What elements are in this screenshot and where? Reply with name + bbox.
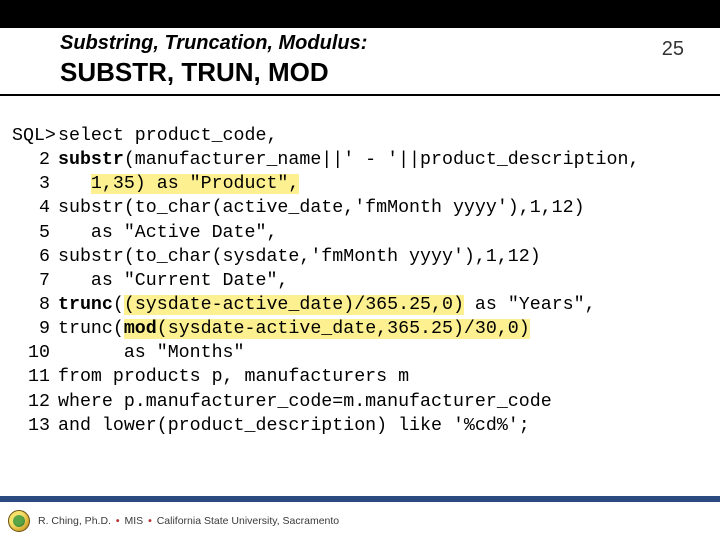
code-line: 7 as "Current Date", <box>12 269 708 293</box>
bullet-icon: • <box>114 515 122 527</box>
line-number: 5 <box>12 221 58 245</box>
code-segment: 1,35) as "Product", <box>91 174 299 194</box>
code-segment: from products p, manufacturers m <box>58 367 409 387</box>
top-black-bar <box>0 0 720 28</box>
code-segment <box>58 174 91 194</box>
code-line: 9trunc(mod(sysdate-active_date,365.25)/3… <box>12 317 708 341</box>
footer-text: R. Ching, Ph.D. • MIS • California State… <box>38 515 339 527</box>
page-number: 25 <box>662 38 684 61</box>
code-line: 4substr(to_char(active_date,'fmMonth yyy… <box>12 196 708 220</box>
code-segment: mod <box>124 319 157 339</box>
code-segment: where p.manufacturer_code=m.manufacturer… <box>58 392 552 412</box>
line-number: 8 <box>12 293 58 317</box>
code-line: 10 as "Months" <box>12 341 708 365</box>
sql-code-block: SQL>select product_code,2substr(manufact… <box>0 96 720 438</box>
code-segment: trunc( <box>58 319 124 339</box>
line-number: 13 <box>12 414 58 438</box>
line-number: 9 <box>12 317 58 341</box>
line-number: 2 <box>12 148 58 172</box>
code-line: 5 as "Active Date", <box>12 221 708 245</box>
code-segment: (sysdate-active_date,365.25)/30,0) <box>157 319 530 339</box>
footer-org: California State University, Sacramento <box>157 515 339 527</box>
code-segment: as "Months" <box>58 343 245 363</box>
code-line: 8trunc((sysdate-active_date)/365.25,0) a… <box>12 293 708 317</box>
code-segment: (sysdate-active_date)/365.25,0) <box>124 295 464 315</box>
code-line: 13and lower(product_description) like '%… <box>12 414 708 438</box>
line-number: 11 <box>12 365 58 389</box>
line-number: 4 <box>12 196 58 220</box>
bullet-icon: • <box>146 515 154 527</box>
code-segment: and lower(product_description) like '%cd… <box>58 416 530 436</box>
line-number: 12 <box>12 390 58 414</box>
code-segment: as "Current Date", <box>58 271 288 291</box>
subtitle-text: Substring, Truncation, Modulus: <box>60 32 367 55</box>
code-line: 11from products p, manufacturers m <box>12 365 708 389</box>
code-segment: as "Years", <box>464 295 596 315</box>
line-number: 3 <box>12 172 58 196</box>
code-segment: substr <box>58 150 124 170</box>
code-segment: substr(to_char(active_date,'fmMonth yyyy… <box>58 198 585 218</box>
line-number: 6 <box>12 245 58 269</box>
code-line: 6substr(to_char(sysdate,'fmMonth yyyy'),… <box>12 245 708 269</box>
footer-bar: R. Ching, Ph.D. • MIS • California State… <box>0 496 720 540</box>
main-title: SUBSTR, TRUN, MOD <box>60 57 367 88</box>
line-number: 10 <box>12 341 58 365</box>
code-line: 2substr(manufacturer_name||' - '||produc… <box>12 148 708 172</box>
code-segment: (manufacturer_name||' - '||product_descr… <box>124 150 640 170</box>
code-segment: select product_code, <box>58 126 277 146</box>
code-segment: trunc <box>58 295 113 315</box>
title-block: Substring, Truncation, Modulus: SUBSTR, … <box>60 32 367 88</box>
line-number: SQL> <box>12 124 58 148</box>
code-segment: substr(to_char(sysdate,'fmMonth yyyy'),1… <box>58 247 541 267</box>
code-line: 3 1,35) as "Product", <box>12 172 708 196</box>
code-line: SQL>select product_code, <box>12 124 708 148</box>
footer-dept: MIS <box>124 515 143 527</box>
footer-author: R. Ching, Ph.D. <box>38 515 111 527</box>
code-line: 12where p.manufacturer_code=m.manufactur… <box>12 390 708 414</box>
slide-header: Substring, Truncation, Modulus: SUBSTR, … <box>0 28 720 96</box>
seal-icon <box>8 510 30 532</box>
line-number: 7 <box>12 269 58 293</box>
code-segment: as "Active Date", <box>58 223 277 243</box>
code-segment: ( <box>113 295 124 315</box>
